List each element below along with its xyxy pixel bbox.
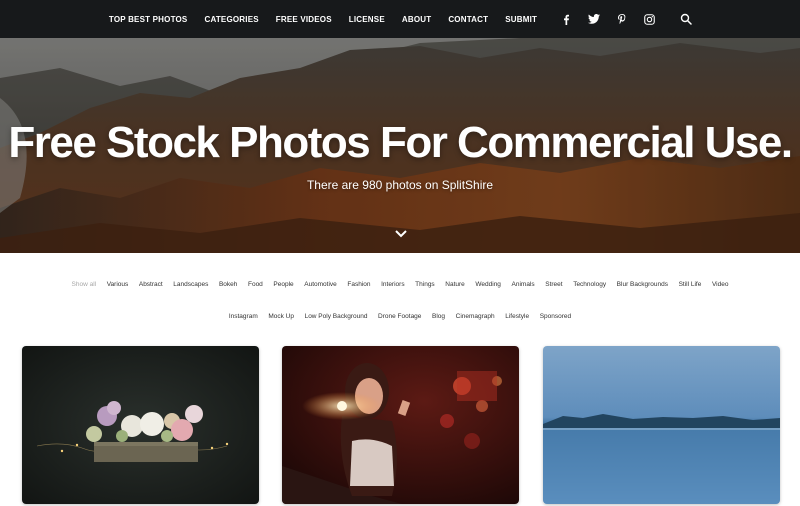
category-wedding[interactable]: Wedding <box>475 280 501 290</box>
photo-woman-lipstick[interactable] <box>282 346 519 504</box>
category-cinemagraph[interactable]: Cinemagraph <box>456 312 495 322</box>
category-still-life[interactable]: Still Life <box>679 280 702 290</box>
category-food[interactable]: Food <box>248 280 263 290</box>
category-video[interactable]: Video <box>712 280 729 290</box>
nav-links: TOP BEST PHOTOS CATEGORIES FREE VIDEOS L… <box>100 15 545 24</box>
category-technology[interactable]: Technology <box>573 280 606 290</box>
facebook-icon[interactable] <box>552 9 580 29</box>
category-row: Show all Various Abstract Landscapes Bokeh Fo… <box>20 280 780 290</box>
category-row: Instagram Mock Up Low Poly Background Drone… <box>20 312 780 322</box>
hero-banner: Free Stock Photos For Commercial Use. Th… <box>0 38 800 253</box>
nav-top-best-photos[interactable]: TOP BEST PHOTOS <box>109 15 188 24</box>
category-show-all[interactable]: Show all <box>72 280 97 290</box>
category-low-poly-background[interactable]: Low Poly Background <box>305 312 368 322</box>
nav-contact[interactable]: CONTACT <box>448 15 488 24</box>
nav-categories[interactable]: CATEGORIES <box>204 15 258 24</box>
social-icons <box>552 9 700 29</box>
nav-license[interactable]: LICENSE <box>349 15 385 24</box>
nav-about[interactable]: ABOUT <box>402 15 431 24</box>
search-icon[interactable] <box>672 9 700 29</box>
category-blur-backgrounds[interactable]: Blur Backgrounds <box>617 280 668 290</box>
category-mock-up[interactable]: Mock Up <box>268 312 294 322</box>
category-bokeh[interactable]: Bokeh <box>219 280 237 290</box>
category-blog[interactable]: Blog <box>432 312 445 322</box>
category-various[interactable]: Various <box>107 280 129 290</box>
nav-free-videos[interactable]: FREE VIDEOS <box>276 15 332 24</box>
instagram-icon[interactable] <box>636 9 664 29</box>
category-interiors[interactable]: Interiors <box>381 280 404 290</box>
category-automotive[interactable]: Automotive <box>304 280 337 290</box>
category-things[interactable]: Things <box>415 280 435 290</box>
category-landscapes[interactable]: Landscapes <box>173 280 208 290</box>
twitter-icon[interactable] <box>580 9 608 29</box>
category-sponsored[interactable]: Sponsored <box>540 312 571 322</box>
nav-submit[interactable]: SUBMIT <box>505 15 537 24</box>
photo-flowers-box[interactable] <box>22 346 259 504</box>
category-drone-footage[interactable]: Drone Footage <box>378 312 421 322</box>
category-filter-list: Show all Various Abstract Landscapes Bokeh Fo… <box>20 280 780 322</box>
pinterest-icon[interactable] <box>608 9 636 29</box>
top-navigation-bar: TOP BEST PHOTOS CATEGORIES FREE VIDEOS L… <box>0 0 800 38</box>
category-fashion[interactable]: Fashion <box>347 280 370 290</box>
category-nature[interactable]: Nature <box>445 280 465 290</box>
category-abstract[interactable]: Abstract <box>139 280 163 290</box>
photo-blue-lake[interactable] <box>543 346 780 504</box>
category-instagram[interactable]: Instagram <box>229 312 258 322</box>
hero-subtitle: There are 980 photos on SplitShire <box>306 178 494 192</box>
chevron-down-icon[interactable] <box>393 227 409 241</box>
category-lifestyle[interactable]: Lifestyle <box>505 312 529 322</box>
category-street[interactable]: Street <box>545 280 562 290</box>
category-animals[interactable]: Animals <box>512 280 535 290</box>
category-people[interactable]: People <box>273 280 293 290</box>
hero-title: Free Stock Photos For Commercial Use. <box>8 118 793 167</box>
